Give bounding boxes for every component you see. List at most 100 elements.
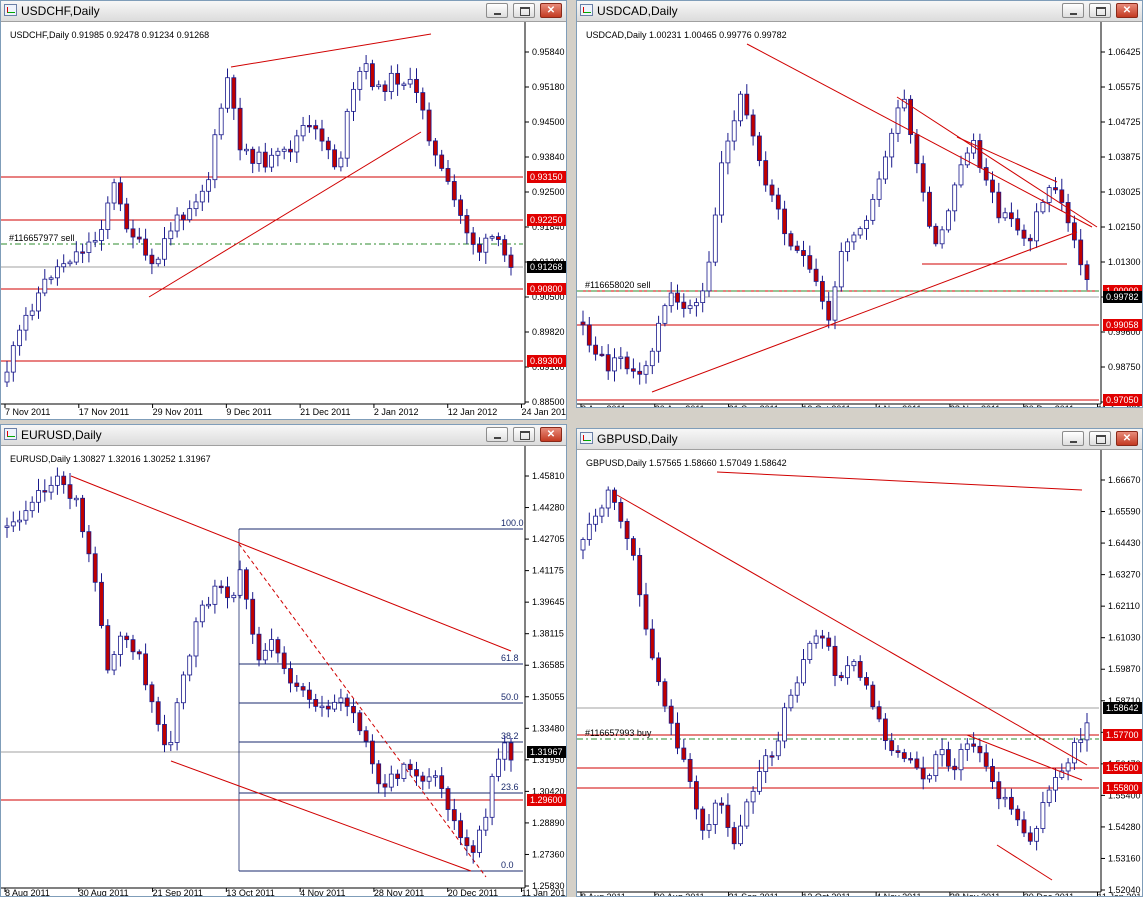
price-level-tag-label: 0.97050	[1106, 395, 1139, 405]
candle-body	[401, 763, 407, 779]
fib-trend-line[interactable]	[238, 543, 487, 878]
candle-body	[1053, 187, 1058, 191]
price-level-tag-label: 1.58642	[1106, 703, 1139, 713]
chart-plot-gbpusd[interactable]: GBPUSD,Daily 1.57565 1.58660 1.57049 1.5…	[577, 450, 1142, 896]
chart-window-icon	[580, 432, 593, 444]
chart-window-eurusd[interactable]: EURUSD,Daily ✕ EURUSD,Daily 1.30827 1.32…	[0, 424, 567, 897]
chart-window-usdcad[interactable]: USDCAD,Daily ✕ USDCAD,Daily 1.00231 1.00…	[576, 0, 1143, 408]
chart-plot-usdchf[interactable]: USDCHF,Daily 0.91985 0.92478 0.91234 0.9…	[1, 22, 566, 419]
candle-body	[870, 684, 876, 708]
date-tick-label: 4 Nov 2011	[876, 892, 921, 896]
candle-body	[750, 790, 756, 803]
candle-body	[174, 702, 180, 743]
candle-body	[1084, 264, 1090, 280]
maximize-button[interactable]	[513, 3, 535, 18]
price-level-tag-label: 0.89300	[530, 356, 563, 366]
minimize-button[interactable]	[486, 427, 508, 442]
candle-body	[945, 210, 951, 231]
candle-body	[300, 125, 306, 137]
candle-body	[61, 263, 67, 268]
chart-canvas[interactable]: EURUSD,Daily 1.30827 1.32016 1.30252 1.3…	[1, 446, 566, 896]
titlebar-usdchf[interactable]: USDCHF,Daily ✕	[1, 1, 566, 22]
price-level-tag-label: 1.56500	[1106, 763, 1139, 773]
trend-line[interactable]	[230, 33, 432, 68]
candle-body	[73, 251, 79, 263]
trend-line[interactable]	[70, 475, 512, 652]
maximize-button[interactable]	[513, 427, 535, 442]
candle-body	[675, 292, 680, 303]
chart-canvas[interactable]: USDCHF,Daily 0.91985 0.92478 0.91234 0.9…	[1, 22, 566, 419]
candle-body	[990, 179, 995, 193]
candle-body	[319, 705, 325, 709]
candle-body	[593, 515, 599, 525]
close-button[interactable]: ✕	[540, 427, 562, 442]
close-button[interactable]: ✕	[1116, 3, 1138, 18]
titlebar-eurusd[interactable]: EURUSD,Daily ✕	[1, 425, 566, 446]
candle-body	[738, 93, 743, 122]
candle-body	[250, 598, 256, 635]
candle-body	[225, 586, 230, 599]
candle-body	[162, 724, 167, 746]
minimize-button[interactable]	[1062, 431, 1084, 446]
price-level-tag-label: 0.91268	[530, 262, 563, 272]
candle-body	[231, 77, 237, 109]
trend-line[interactable]	[956, 136, 1058, 183]
price-tick-label: 1.64430	[1108, 538, 1141, 548]
chart-info-line: USDCHF,Daily 0.91985 0.92478 0.91234 0.9…	[10, 30, 209, 40]
candle-body	[143, 238, 149, 256]
candle-body	[401, 83, 407, 86]
chart-canvas[interactable]: GBPUSD,Daily 1.57565 1.58660 1.57049 1.5…	[577, 450, 1142, 896]
fib-level-label: 100.0	[501, 518, 524, 528]
date-tick-label: 4 Nov 2011	[876, 404, 921, 407]
candle-body	[477, 829, 482, 853]
trend-line[interactable]	[996, 844, 1053, 881]
candle-body	[168, 742, 174, 746]
trend-line[interactable]	[170, 760, 472, 872]
titlebar-gbpusd[interactable]: GBPUSD,Daily ✕	[577, 429, 1142, 450]
candle-body	[952, 765, 958, 771]
minimize-button[interactable]	[1062, 3, 1084, 18]
candle-body	[1021, 819, 1027, 834]
candle-body	[376, 763, 382, 785]
chart-canvas[interactable]: USDCAD,Daily 1.00231 1.00465 0.99776 0.9…	[577, 22, 1142, 407]
candle-body	[464, 215, 470, 234]
maximize-button[interactable]	[1089, 3, 1111, 18]
candle-body	[288, 668, 293, 684]
maximize-button[interactable]	[1089, 431, 1111, 446]
candle-body	[700, 290, 706, 303]
trend-line[interactable]	[716, 471, 1083, 491]
candle-body	[363, 730, 369, 742]
candle-body	[111, 182, 117, 204]
chart-window-gbpusd[interactable]: GBPUSD,Daily ✕ GBPUSD,Daily 1.57565 1.58…	[576, 428, 1143, 897]
candle-body	[819, 635, 825, 639]
candle-body	[369, 63, 375, 88]
candle-body	[332, 149, 338, 168]
minimize-button[interactable]	[486, 3, 508, 18]
date-tick-label: 21 Sep 2011	[729, 892, 779, 896]
candle-body	[694, 781, 699, 810]
titlebar-usdcad[interactable]: USDCAD,Daily ✕	[577, 1, 1142, 22]
candle-body	[369, 740, 375, 765]
candle-body	[1078, 739, 1084, 743]
close-button[interactable]: ✕	[1116, 431, 1138, 446]
candle-body	[618, 502, 624, 522]
candle-body	[118, 182, 123, 205]
price-tick-label: 1.06425	[1108, 47, 1141, 57]
date-tick-label: 12 Jan 2012	[448, 407, 498, 417]
trend-line[interactable]	[746, 43, 1093, 228]
candle-body	[23, 314, 29, 331]
close-button[interactable]: ✕	[540, 3, 562, 18]
trend-line[interactable]	[616, 494, 1088, 766]
chart-window-icon	[4, 4, 17, 16]
candle-body	[700, 808, 706, 831]
candle-body	[17, 329, 23, 347]
candle-body	[763, 160, 769, 186]
chart-plot-eurusd[interactable]: EURUSD,Daily 1.30827 1.32016 1.30252 1.3…	[1, 446, 566, 896]
chart-plot-usdcad[interactable]: USDCAD,Daily 1.00231 1.00465 0.99776 0.9…	[577, 22, 1142, 407]
candle-body	[275, 639, 281, 654]
candle-body	[769, 184, 775, 196]
window-title: EURUSD,Daily	[21, 428, 102, 442]
candle-body	[508, 254, 514, 268]
candle-body	[681, 747, 687, 760]
chart-window-usdchf[interactable]: USDCHF,Daily ✕ USDCHF,Daily 0.91985 0.92…	[0, 0, 567, 420]
